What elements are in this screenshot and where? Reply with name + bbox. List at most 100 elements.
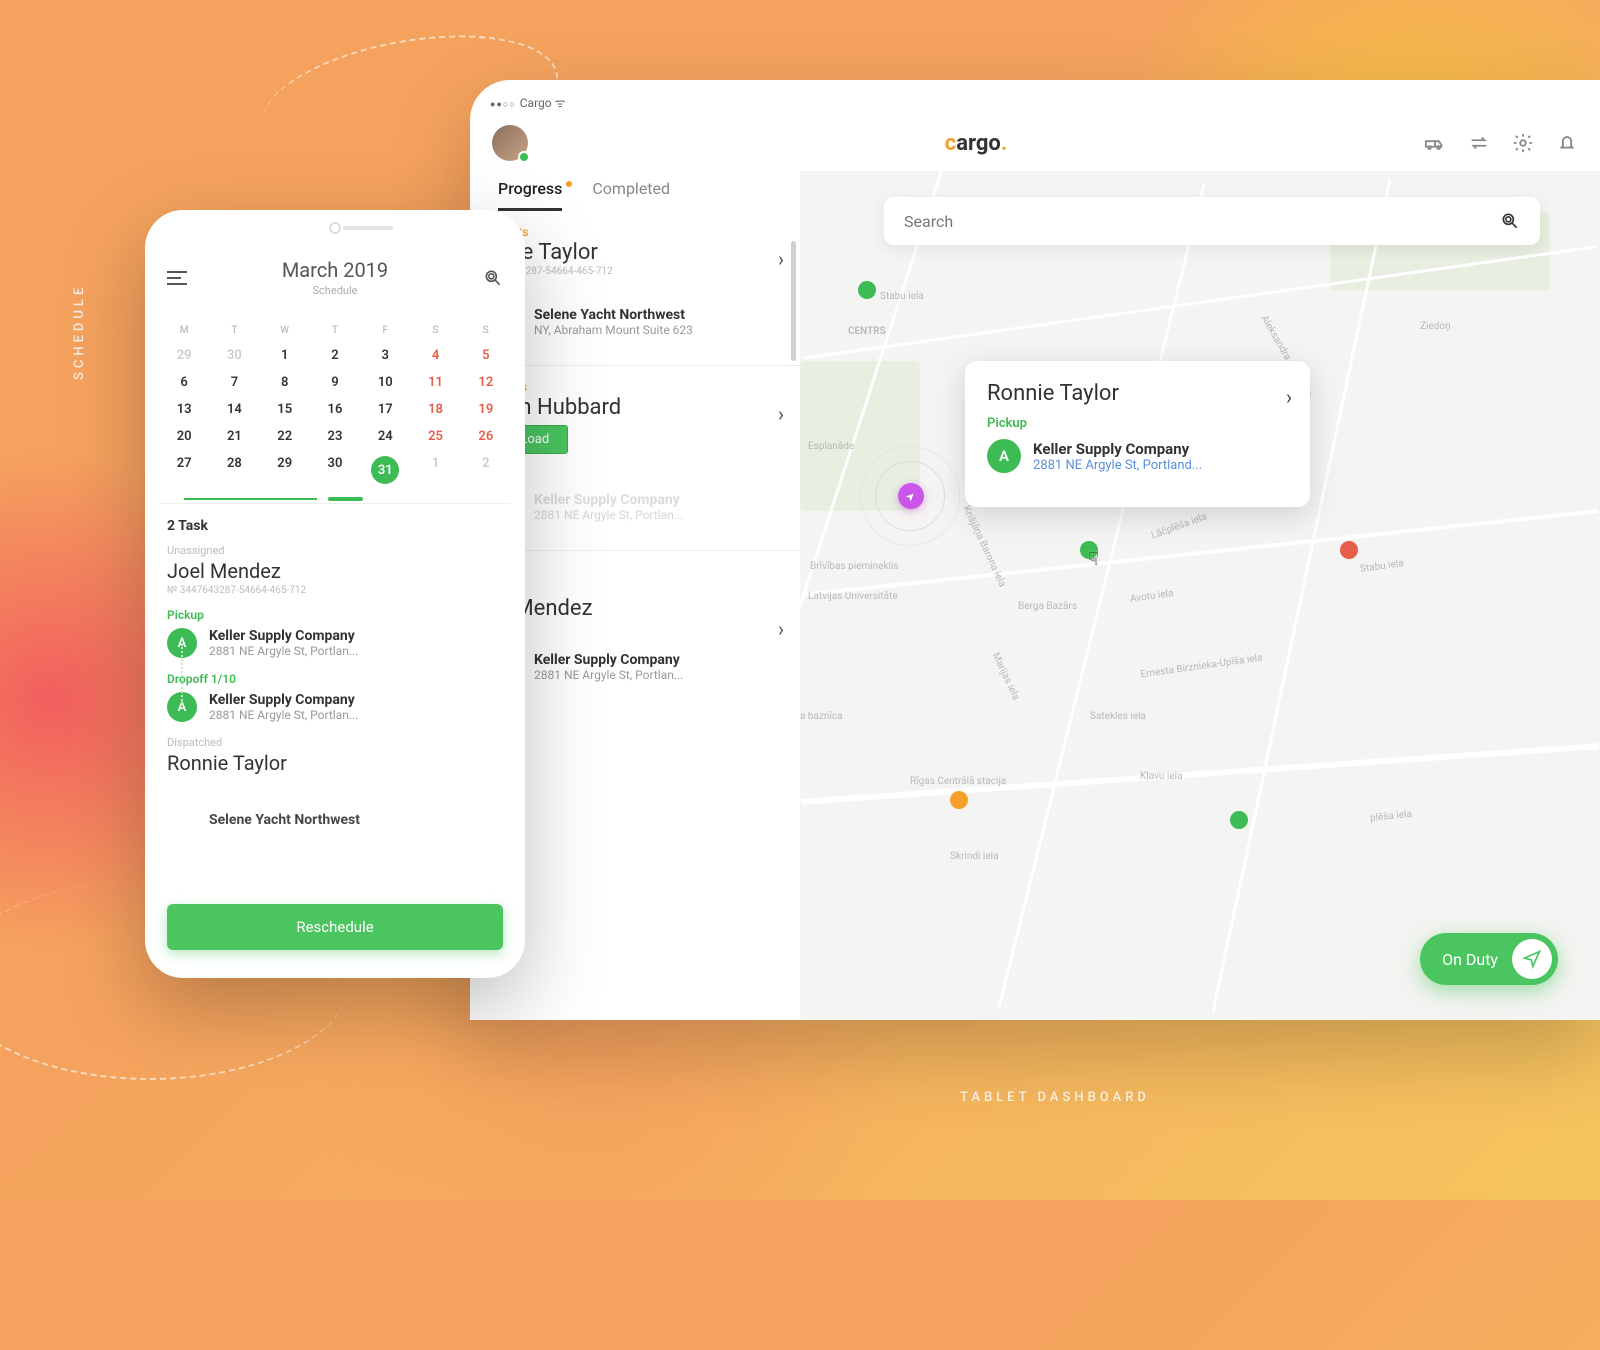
stop-name: Keller Supply Company [534, 652, 683, 668]
tab-completed[interactable]: Completed [592, 179, 670, 211]
status-bar: Cargo [470, 80, 1600, 111]
phone-mockup: March 2019 Schedule MTWTFSS 293012345678… [145, 210, 525, 978]
calendar-dow: F [360, 319, 410, 342]
district-label: CENTRS [848, 326, 886, 337]
chevron-right-icon: › [778, 402, 784, 426]
app-logo: cargo. [528, 131, 1424, 156]
road-label: Marijas iela [990, 651, 1022, 702]
calendar-day[interactable]: 17 [360, 396, 410, 423]
calendar-day[interactable]: 9 [310, 369, 360, 396]
calendar-day[interactable]: 29 [159, 342, 209, 369]
calendar-day[interactable]: 5 [461, 342, 511, 369]
calendar-day[interactable]: 4 [410, 342, 460, 369]
section-label: poff [492, 472, 778, 486]
calendar-day[interactable]: 30 [209, 342, 259, 369]
calendar-day[interactable]: 24 [360, 423, 410, 450]
popover-driver-name: Ronnie Taylor [987, 381, 1288, 406]
calendar-day[interactable]: 3 [360, 342, 410, 369]
search-bar[interactable] [884, 197, 1540, 245]
calendar-day[interactable]: 1 [260, 342, 310, 369]
calendar-day[interactable]: 11 [410, 369, 460, 396]
card-id: 447643287-54664-465-712 [492, 266, 778, 277]
stop-name: Keller Supply Company [209, 692, 358, 708]
calendar-day[interactable]: 21 [209, 423, 259, 450]
calendar-day[interactable]: 2 [461, 450, 511, 490]
calendar-day[interactable]: 26 [461, 423, 511, 450]
calendar-day[interactable]: 20 [159, 423, 209, 450]
tablet-dashboard-label: TABLET DASHBOARD [960, 1090, 1150, 1105]
calendar-day[interactable]: 8 [260, 369, 310, 396]
search-icon[interactable] [1500, 211, 1520, 231]
calendar-day[interactable]: 2 [310, 342, 360, 369]
calendar-day[interactable]: 25 [410, 423, 460, 450]
duty-toggle[interactable]: On Duty [1420, 933, 1558, 985]
truck-icon[interactable] [1424, 132, 1446, 154]
calendar-day[interactable]: 12 [461, 369, 511, 396]
calendar-grid[interactable]: MTWTFSS 29301234567891011121314151617181… [145, 311, 525, 490]
calendar-dow: T [209, 319, 259, 342]
calendar-day[interactable]: 14 [209, 396, 259, 423]
bell-icon[interactable] [1556, 132, 1578, 154]
road-label: Klavu iela [1140, 771, 1183, 782]
map-marker[interactable] [950, 791, 968, 809]
calendar-day[interactable]: 27 [159, 450, 209, 490]
section-label: up [492, 287, 778, 301]
dropoff-stop[interactable]: A Keller Supply Company 2881 NE Argyle S… [167, 692, 503, 722]
calendar-day[interactable]: 10 [360, 369, 410, 396]
calendar-day[interactable]: 19 [461, 396, 511, 423]
section-label: up [492, 632, 778, 646]
menu-icon[interactable] [167, 271, 187, 285]
calendar-day[interactable]: 1 [410, 450, 460, 490]
task-driver-name: Joel Mendez [167, 559, 503, 583]
map-marker[interactable] [858, 281, 876, 299]
pickup-stop[interactable]: A Keller Supply Company 2881 NE Argyle S… [167, 628, 503, 658]
calendar-day[interactable]: 13 [159, 396, 209, 423]
map-marker[interactable] [1230, 811, 1248, 829]
calendar-day[interactable]: 7 [209, 369, 259, 396]
reschedule-button[interactable]: Reschedule [167, 904, 503, 950]
user-location-marker [898, 483, 924, 509]
calendar-day[interactable]: 23 [310, 423, 360, 450]
road-label: plēša iela [1370, 809, 1413, 824]
calendar-day[interactable]: 29 [260, 450, 310, 490]
gear-icon[interactable] [1512, 132, 1534, 154]
map-marker[interactable] [1340, 541, 1358, 559]
stop-name: Keller Supply Company [209, 628, 358, 644]
calendar-dow: S [461, 319, 511, 342]
search-input[interactable] [904, 212, 1500, 231]
calendar-day[interactable]: 16 [310, 396, 360, 423]
card-driver-name: nnie Taylor [492, 240, 778, 265]
road-label: Ziedoņ [1420, 321, 1451, 332]
dropoff-label: Dropoff 1/10 [167, 672, 503, 686]
cursor-icon: ☟ [1088, 549, 1099, 570]
calendar-day[interactable]: 22 [260, 423, 310, 450]
calendar-dow: S [410, 319, 460, 342]
poi-label: Rīgas Centrālā stacija [910, 776, 1006, 787]
chevron-right-icon: › [778, 617, 784, 641]
map-popover[interactable]: › Ronnie Taylor Pickup A Keller Supply C… [965, 361, 1310, 507]
calendar-day[interactable]: 31 [360, 450, 410, 490]
calendar-day[interactable]: 28 [209, 450, 259, 490]
search-icon[interactable] [483, 268, 503, 288]
poi-label: Berga Bazārs [1018, 601, 1077, 612]
road-label: Avotu iela [1129, 588, 1174, 605]
calendar-subtitle: Schedule [187, 284, 483, 297]
tab-progress[interactable]: Progress [498, 179, 562, 211]
task-driver-name: Ronnie Taylor [167, 751, 503, 775]
schedule-label: SCHEDULE [72, 284, 87, 380]
online-status-dot [518, 151, 530, 163]
calendar-day[interactable]: 18 [410, 396, 460, 423]
calendar-day[interactable]: 15 [260, 396, 310, 423]
task-id: № 3447643287-54664-465-712 [167, 585, 503, 596]
map-view[interactable]: Stabu iela CENTRS Esplanāde Brīvības pie… [800, 171, 1600, 1020]
calendar-dow: M [159, 319, 209, 342]
calendar-day[interactable]: 6 [159, 369, 209, 396]
chevron-right-icon: › [778, 247, 784, 271]
duty-label: On Duty [1442, 950, 1498, 969]
task-count: 2 Task [167, 518, 503, 534]
swap-icon[interactable] [1468, 132, 1490, 154]
calendar-day[interactable]: 30 [310, 450, 360, 490]
road-label: Stabu iela [1359, 558, 1404, 575]
avatar[interactable] [492, 125, 528, 161]
popover-section-label: Pickup [987, 416, 1288, 431]
